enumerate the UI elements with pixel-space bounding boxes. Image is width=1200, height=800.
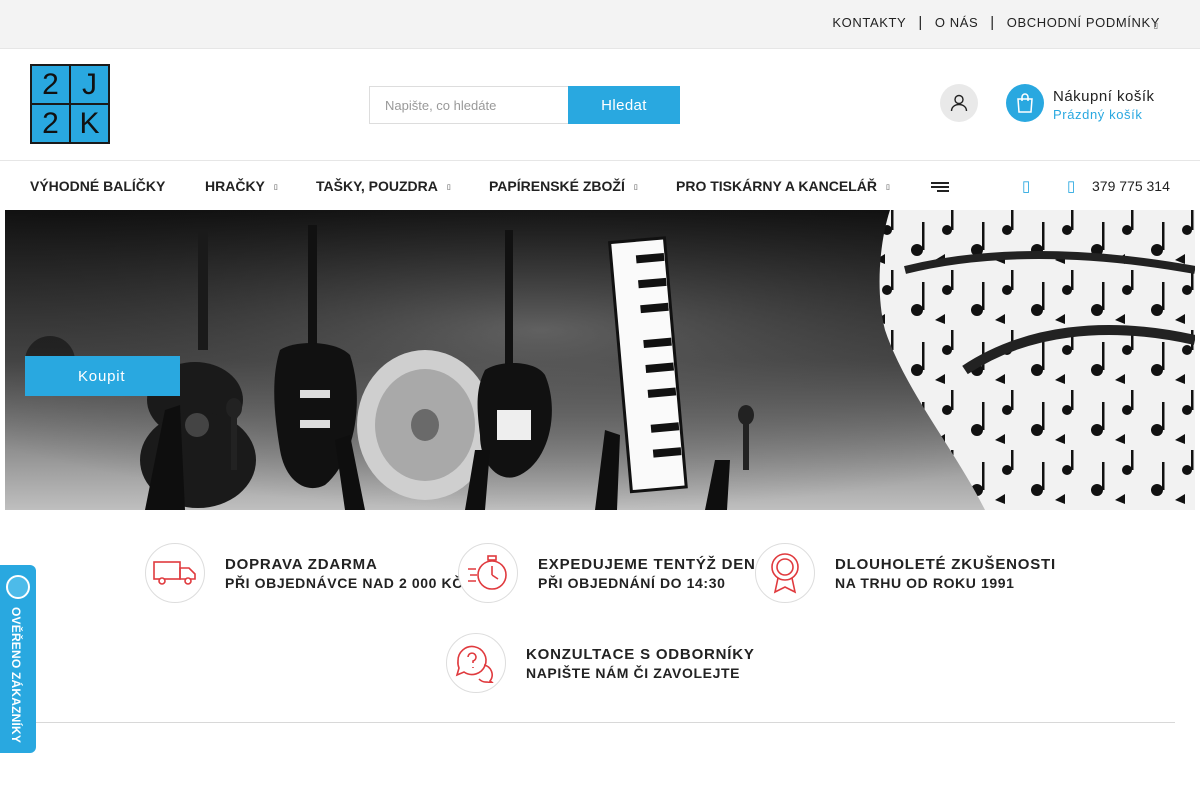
feature-title: KONZULTACE S ODBORNÍKY xyxy=(526,645,755,663)
main-nav: VÝHODNÉ BALÍČKY HRAČKY ▯ TAŠKY, POUZDRA ▯ … xyxy=(0,160,1200,210)
user-icon xyxy=(950,94,968,112)
buy-button[interactable]: Koupit xyxy=(25,356,180,396)
hamburger-menu-icon[interactable] xyxy=(931,182,949,194)
logo[interactable]: 2 J 2 K xyxy=(30,64,110,144)
account-button[interactable] xyxy=(940,84,978,122)
search-form: Hledat xyxy=(369,86,680,124)
link-kontakty[interactable]: KONTAKTY xyxy=(832,15,906,30)
chevron-down-icon: ▯ xyxy=(273,184,278,191)
chevron-down-icon: ▯ xyxy=(633,184,638,191)
cart-button[interactable] xyxy=(1006,84,1044,122)
search-button[interactable]: Hledat xyxy=(568,86,680,124)
feature-subtitle: PŘI OBJEDNÁVCE NAD 2 000 KČ xyxy=(225,574,463,591)
logo-cell: K xyxy=(70,104,109,143)
link-obchodni-podminky[interactable]: OBCHODNÍ PODMÍNKY xyxy=(1007,15,1160,30)
logo-cell: 2 xyxy=(31,65,70,104)
feature-title: DLOUHOLETÉ ZKUŠENOSTI xyxy=(835,555,1056,573)
award-ribbon-icon xyxy=(755,543,815,603)
nav-item-label: PAPÍRENSKÉ ZBOŽÍ xyxy=(489,178,625,194)
delivery-truck-icon xyxy=(145,543,205,603)
nav-item-vyhodne-balicky[interactable]: VÝHODNÉ BALÍČKY xyxy=(30,178,165,194)
feature-title: DOPRAVA ZDARMA xyxy=(225,555,378,573)
logo-cell: J xyxy=(70,65,109,104)
feature-experience: DLOUHOLETÉ ZKUŠENOSTI NA TRHU OD ROKU 19… xyxy=(755,543,1056,603)
feature-title: EXPEDUJEME TENTÝŽ DEN xyxy=(538,555,756,573)
nav-item-label: VÝHODNÉ BALÍČKY xyxy=(30,178,166,194)
chat-question-icon xyxy=(446,633,506,693)
cart-title: Nákupní košík xyxy=(1053,88,1155,105)
logo-cell: 2 xyxy=(31,104,70,143)
separator: | xyxy=(918,13,923,31)
feature-same-day: EXPEDUJEME TENTÝŽ DEN PŘI OBJEDNÁNÍ DO 1… xyxy=(458,543,756,603)
chevron-down-icon: ▯ xyxy=(446,184,451,191)
feature-consultation: KONZULTACE S ODBORNÍKY NAPIŠTE NÁM ČI ZA… xyxy=(446,633,755,693)
link-o-nas[interactable]: O NÁS xyxy=(935,15,978,30)
nav-item-label: TAŠKY, POUZDRA xyxy=(316,178,438,194)
verified-label: OVĚŘENO ZÁKAZNÍKY xyxy=(9,607,23,744)
email-icon[interactable]: ▯ xyxy=(1022,177,1030,195)
cart-status: Prázdný košík xyxy=(1053,107,1143,122)
nav-item-tasky-pouzdra[interactable]: TAŠKY, POUZDRA ▯ xyxy=(316,178,451,194)
hero-image xyxy=(5,210,1195,510)
phone-icon: ▯ xyxy=(1067,178,1076,195)
more-icon[interactable]: ▯ xyxy=(1154,21,1158,30)
feature-subtitle: NAPIŠTE NÁM ČI ZAVOLEJTE xyxy=(526,664,741,681)
nav-item-hracky[interactable]: HRAČKY ▯ xyxy=(205,178,278,194)
feature-free-shipping: DOPRAVA ZDARMA PŘI OBJEDNÁVCE NAD 2 000 … xyxy=(145,543,463,603)
verified-badge[interactable]: OVĚŘENO ZÁKAZNÍKY xyxy=(0,565,36,753)
hero-banner[interactable] xyxy=(5,210,1195,510)
top-bar: KONTAKTY | O NÁS | OBCHODNÍ PODMÍNKY ▯ xyxy=(0,0,1200,49)
cart-summary[interactable]: Nákupní košík Prázdný košík xyxy=(1053,88,1155,122)
chevron-down-icon: ▯ xyxy=(885,184,890,191)
phone-number[interactable]: 379 775 314 xyxy=(1092,178,1170,194)
nav-item-pro-tiskarny[interactable]: PRO TISKÁRNY A KANCELÁŘ ▯ xyxy=(676,178,890,194)
nav-item-label: PRO TISKÁRNY A KANCELÁŘ xyxy=(676,178,877,194)
stopwatch-icon xyxy=(458,543,518,603)
search-input[interactable] xyxy=(369,86,568,124)
shopping-bag-icon xyxy=(1017,93,1033,113)
separator: | xyxy=(990,13,995,31)
verified-seal-icon xyxy=(6,575,30,599)
divider xyxy=(25,722,1175,723)
nav-item-label: HRAČKY xyxy=(205,178,265,194)
nav-item-papirenske-zbozi[interactable]: PAPÍRENSKÉ ZBOŽÍ ▯ xyxy=(489,178,638,194)
feature-subtitle: PŘI OBJEDNÁNÍ DO 14:30 xyxy=(538,574,726,591)
top-links: KONTAKTY | O NÁS | OBCHODNÍ PODMÍNKY xyxy=(832,13,1160,31)
feature-subtitle: NA TRHU OD ROKU 1991 xyxy=(835,574,1015,591)
